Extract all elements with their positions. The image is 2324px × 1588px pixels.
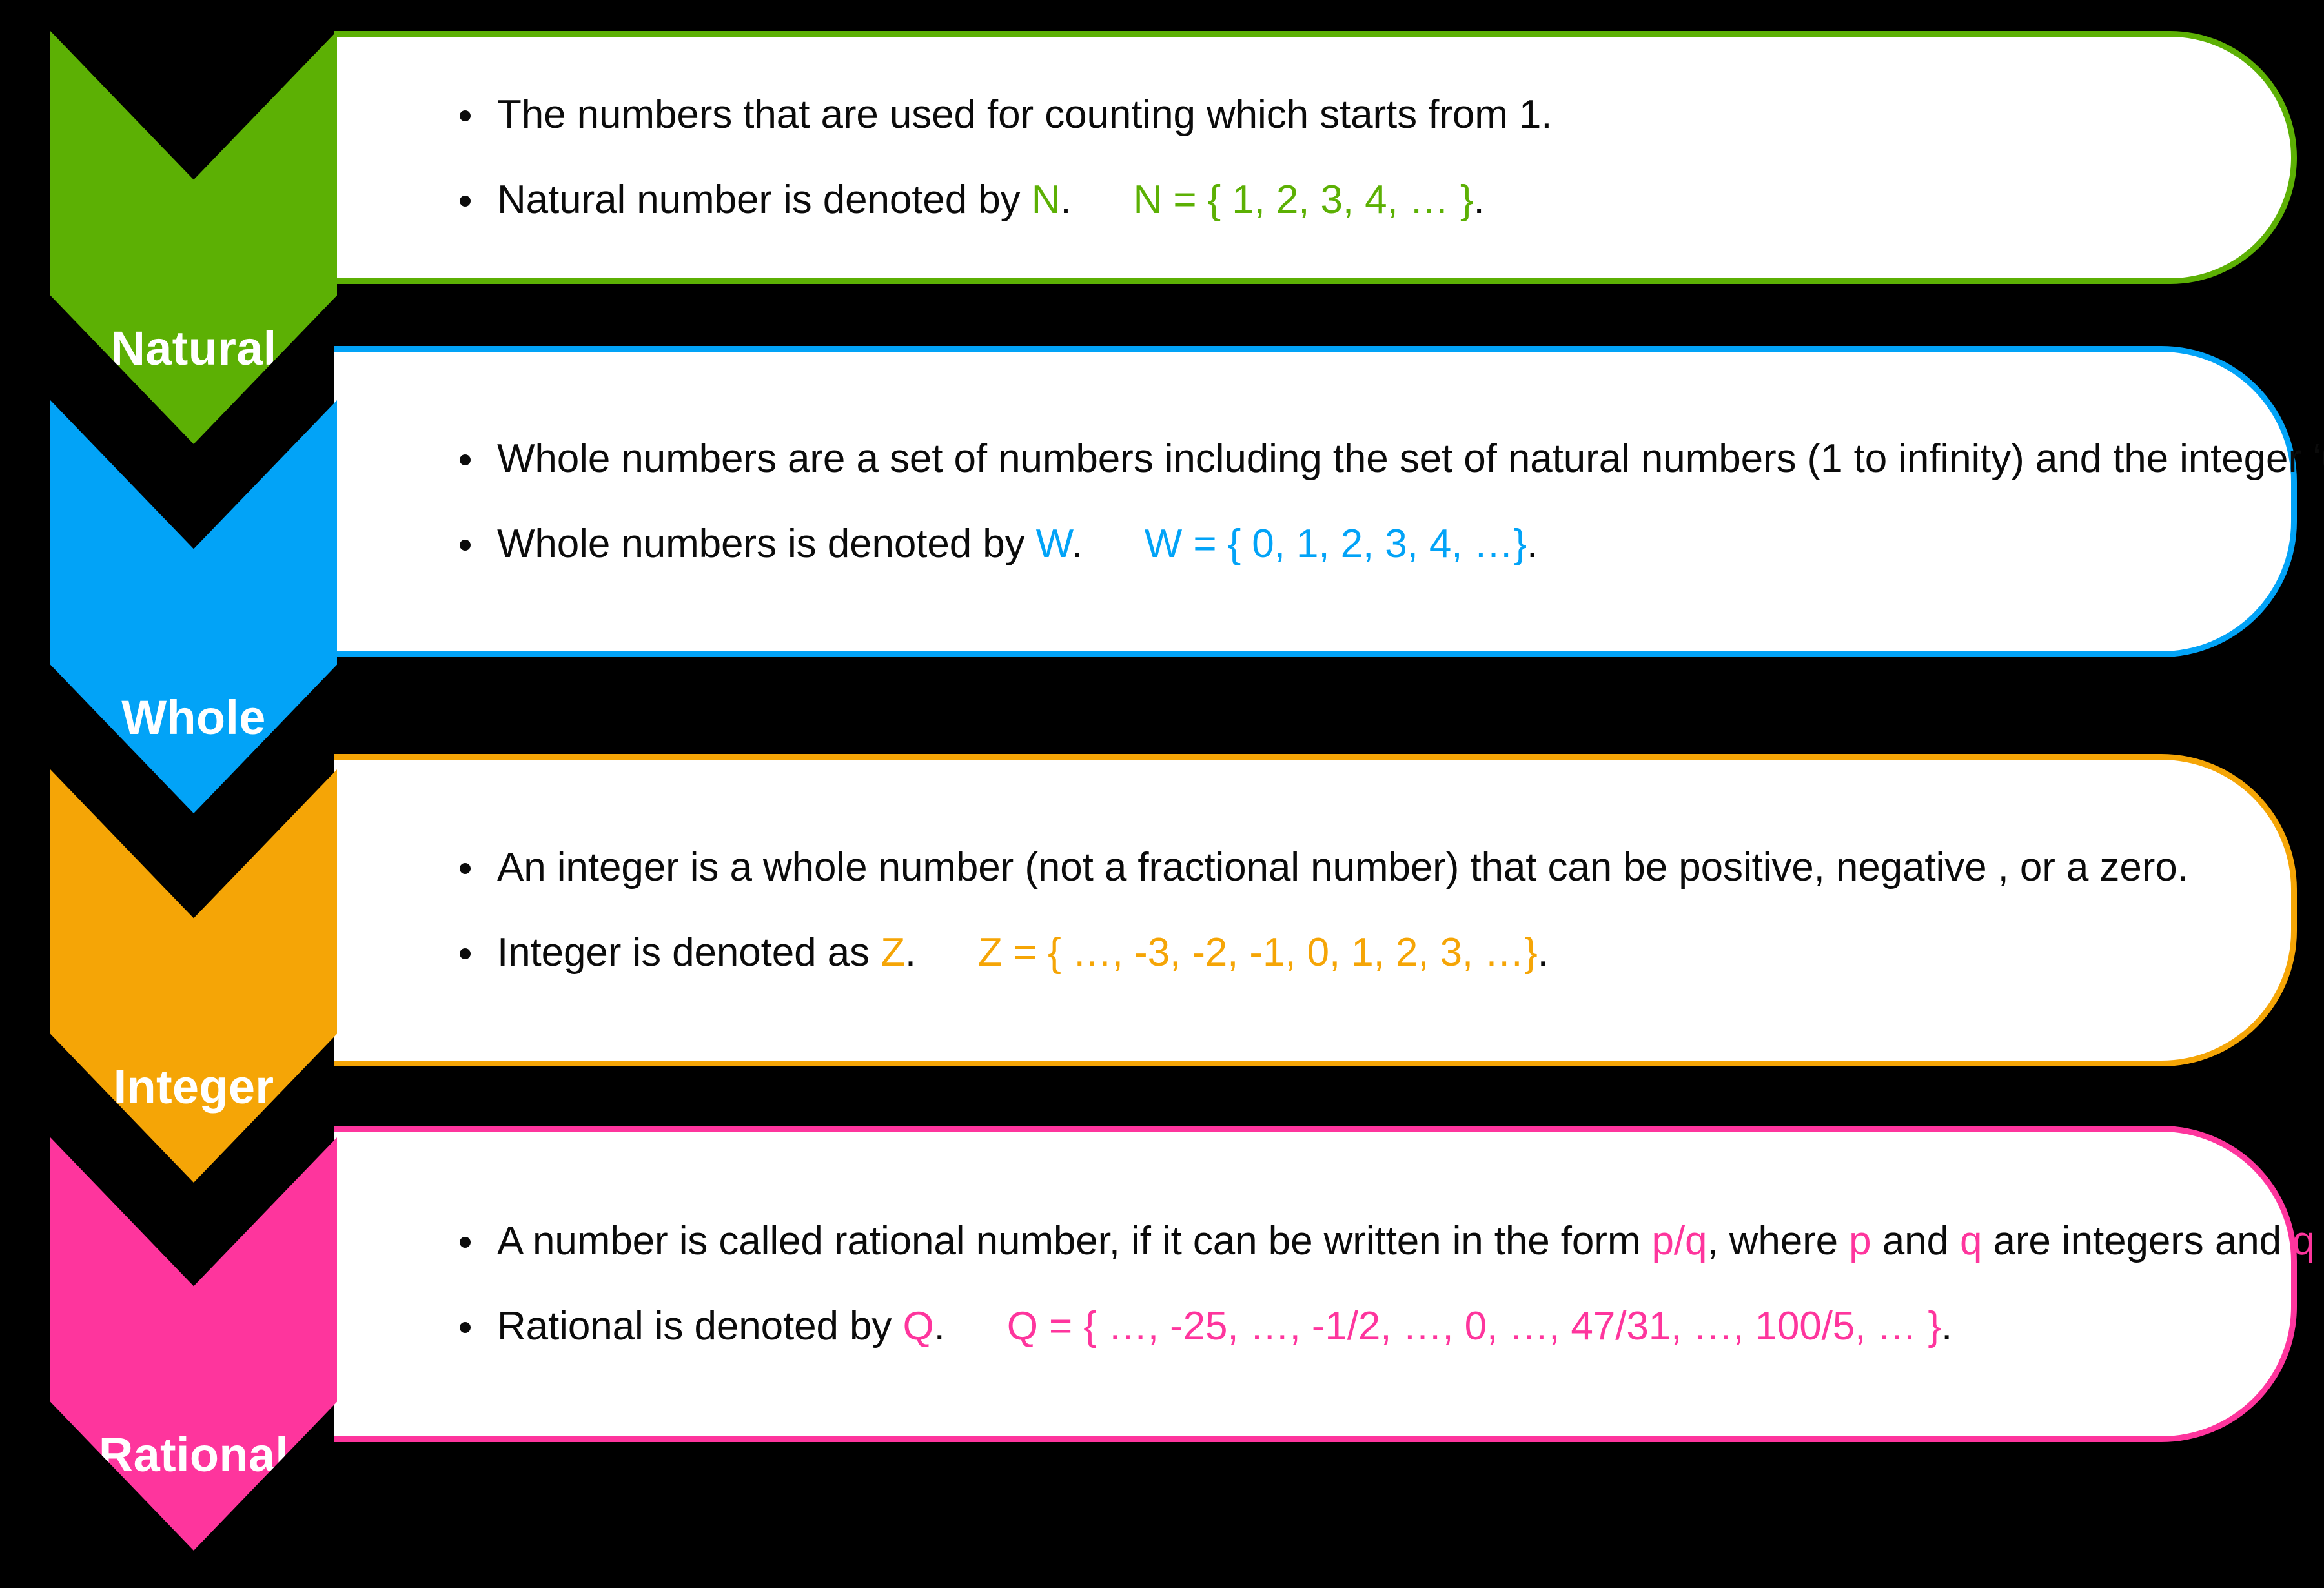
body-text: are integers and — [1982, 1218, 2293, 1263]
body-text: and — [1871, 1218, 1960, 1263]
accent-text: p — [1849, 1218, 1871, 1263]
card-content-natural: The numbers that are used for counting w… — [334, 37, 2324, 278]
description-card-natural: The numbers that are used for counting w… — [334, 31, 2297, 284]
accent-text: W — [1035, 522, 1072, 566]
chevron-label-rational: Rational — [98, 1428, 289, 1481]
body-text: Whole numbers is denoted by — [497, 522, 1036, 566]
accent-text: q — [1959, 1218, 1983, 1263]
card-content-whole: Whole numbers are a set of numbers inclu… — [334, 352, 2324, 651]
accent-text: Z = { …, -3, -2, -1, 0, 1, 2, 3, …} — [978, 930, 1538, 975]
chevron-natural: Natural — [50, 31, 337, 444]
description-card-integer: An integer is a whole number (not a frac… — [334, 754, 2297, 1066]
body-text: . — [1537, 930, 1549, 975]
accent-text: W = { 0, 1, 2, 3, 4, …} — [1144, 522, 1527, 566]
bullet-list-integer: An integer is a whole number (not a frac… — [451, 842, 2324, 978]
body-text: The numbers that are used for counting w… — [497, 92, 1553, 137]
bullet-item: Integer is denoted as Z. Z = { …, -3, -2,… — [451, 928, 2324, 978]
body-text: An integer is a whole number (not a frac… — [497, 844, 2188, 890]
body-text: . — [904, 930, 917, 975]
body-text: A number is called rational number, if i… — [497, 1218, 1652, 1263]
body-text: . — [1060, 178, 1072, 222]
description-card-rational: A number is called rational number, if i… — [334, 1126, 2324, 1442]
bullet-item: The numbers that are used for counting w… — [451, 90, 2324, 140]
accent-text: p/q — [1651, 1218, 1707, 1263]
bullet-item: An integer is a whole number (not a frac… — [451, 842, 2324, 893]
accent-text: Q = { …, -25, …, -1/2, …, 0, …, 47/31, …… — [1006, 1304, 1942, 1349]
diagram-canvas: The numbers that are used for counting w… — [0, 0, 2324, 1588]
card-content-rational: A number is called rational number, if i… — [334, 1132, 2324, 1436]
description-card-whole: Whole numbers are a set of numbers inclu… — [334, 346, 2324, 657]
bullet-item: Whole numbers are a set of numbers inclu… — [451, 434, 2324, 484]
bullet-item: A number is called rational number, if i… — [451, 1216, 2324, 1267]
body-text: Natural number is denoted by — [497, 178, 1032, 222]
bullet-item: Rational is denoted by Q. Q = { …, -25, …… — [451, 1301, 2324, 1352]
body-text: Rational is denoted by — [497, 1304, 903, 1349]
bullet-list-rational: A number is called rational number, if i… — [451, 1216, 2324, 1352]
chevron-rational: Rational — [50, 1137, 337, 1551]
accent-text: Z — [881, 930, 905, 975]
accent-text: N — [1031, 178, 1061, 222]
body-text: . — [1941, 1304, 1953, 1349]
body-text: . — [1071, 522, 1083, 566]
chevron-integer: Integer — [50, 769, 337, 1183]
body-text: . — [933, 1304, 945, 1349]
chevron-label-whole: Whole — [121, 691, 266, 744]
body-text: , where — [1707, 1218, 1850, 1263]
body-text: Integer is denoted as — [497, 930, 881, 975]
accent-text: Q — [902, 1304, 934, 1349]
bullet-list-whole: Whole numbers are a set of numbers inclu… — [451, 434, 2324, 569]
chevron-label-natural: Natural — [110, 321, 277, 375]
accent-text: N = { 1, 2, 3, 4, … } — [1133, 178, 1474, 222]
card-content-integer: An integer is a whole number (not a frac… — [334, 760, 2324, 1061]
bullet-list-natural: The numbers that are used for counting w… — [451, 90, 2324, 225]
body-text: . — [1526, 522, 1538, 566]
chevron-whole: Whole — [50, 400, 337, 813]
bullet-item: Natural number is denoted by N. N = { 1, … — [451, 175, 2324, 225]
body-text: Whole numbers are a set of numbers inclu… — [497, 436, 2324, 481]
bullet-item: Whole numbers is denoted by W. W = { 0, 1… — [451, 519, 2324, 569]
accent-text: q ≠ 0 — [2292, 1218, 2324, 1263]
chevron-label-integer: Integer — [113, 1060, 274, 1114]
body-text: . — [1473, 178, 1485, 222]
